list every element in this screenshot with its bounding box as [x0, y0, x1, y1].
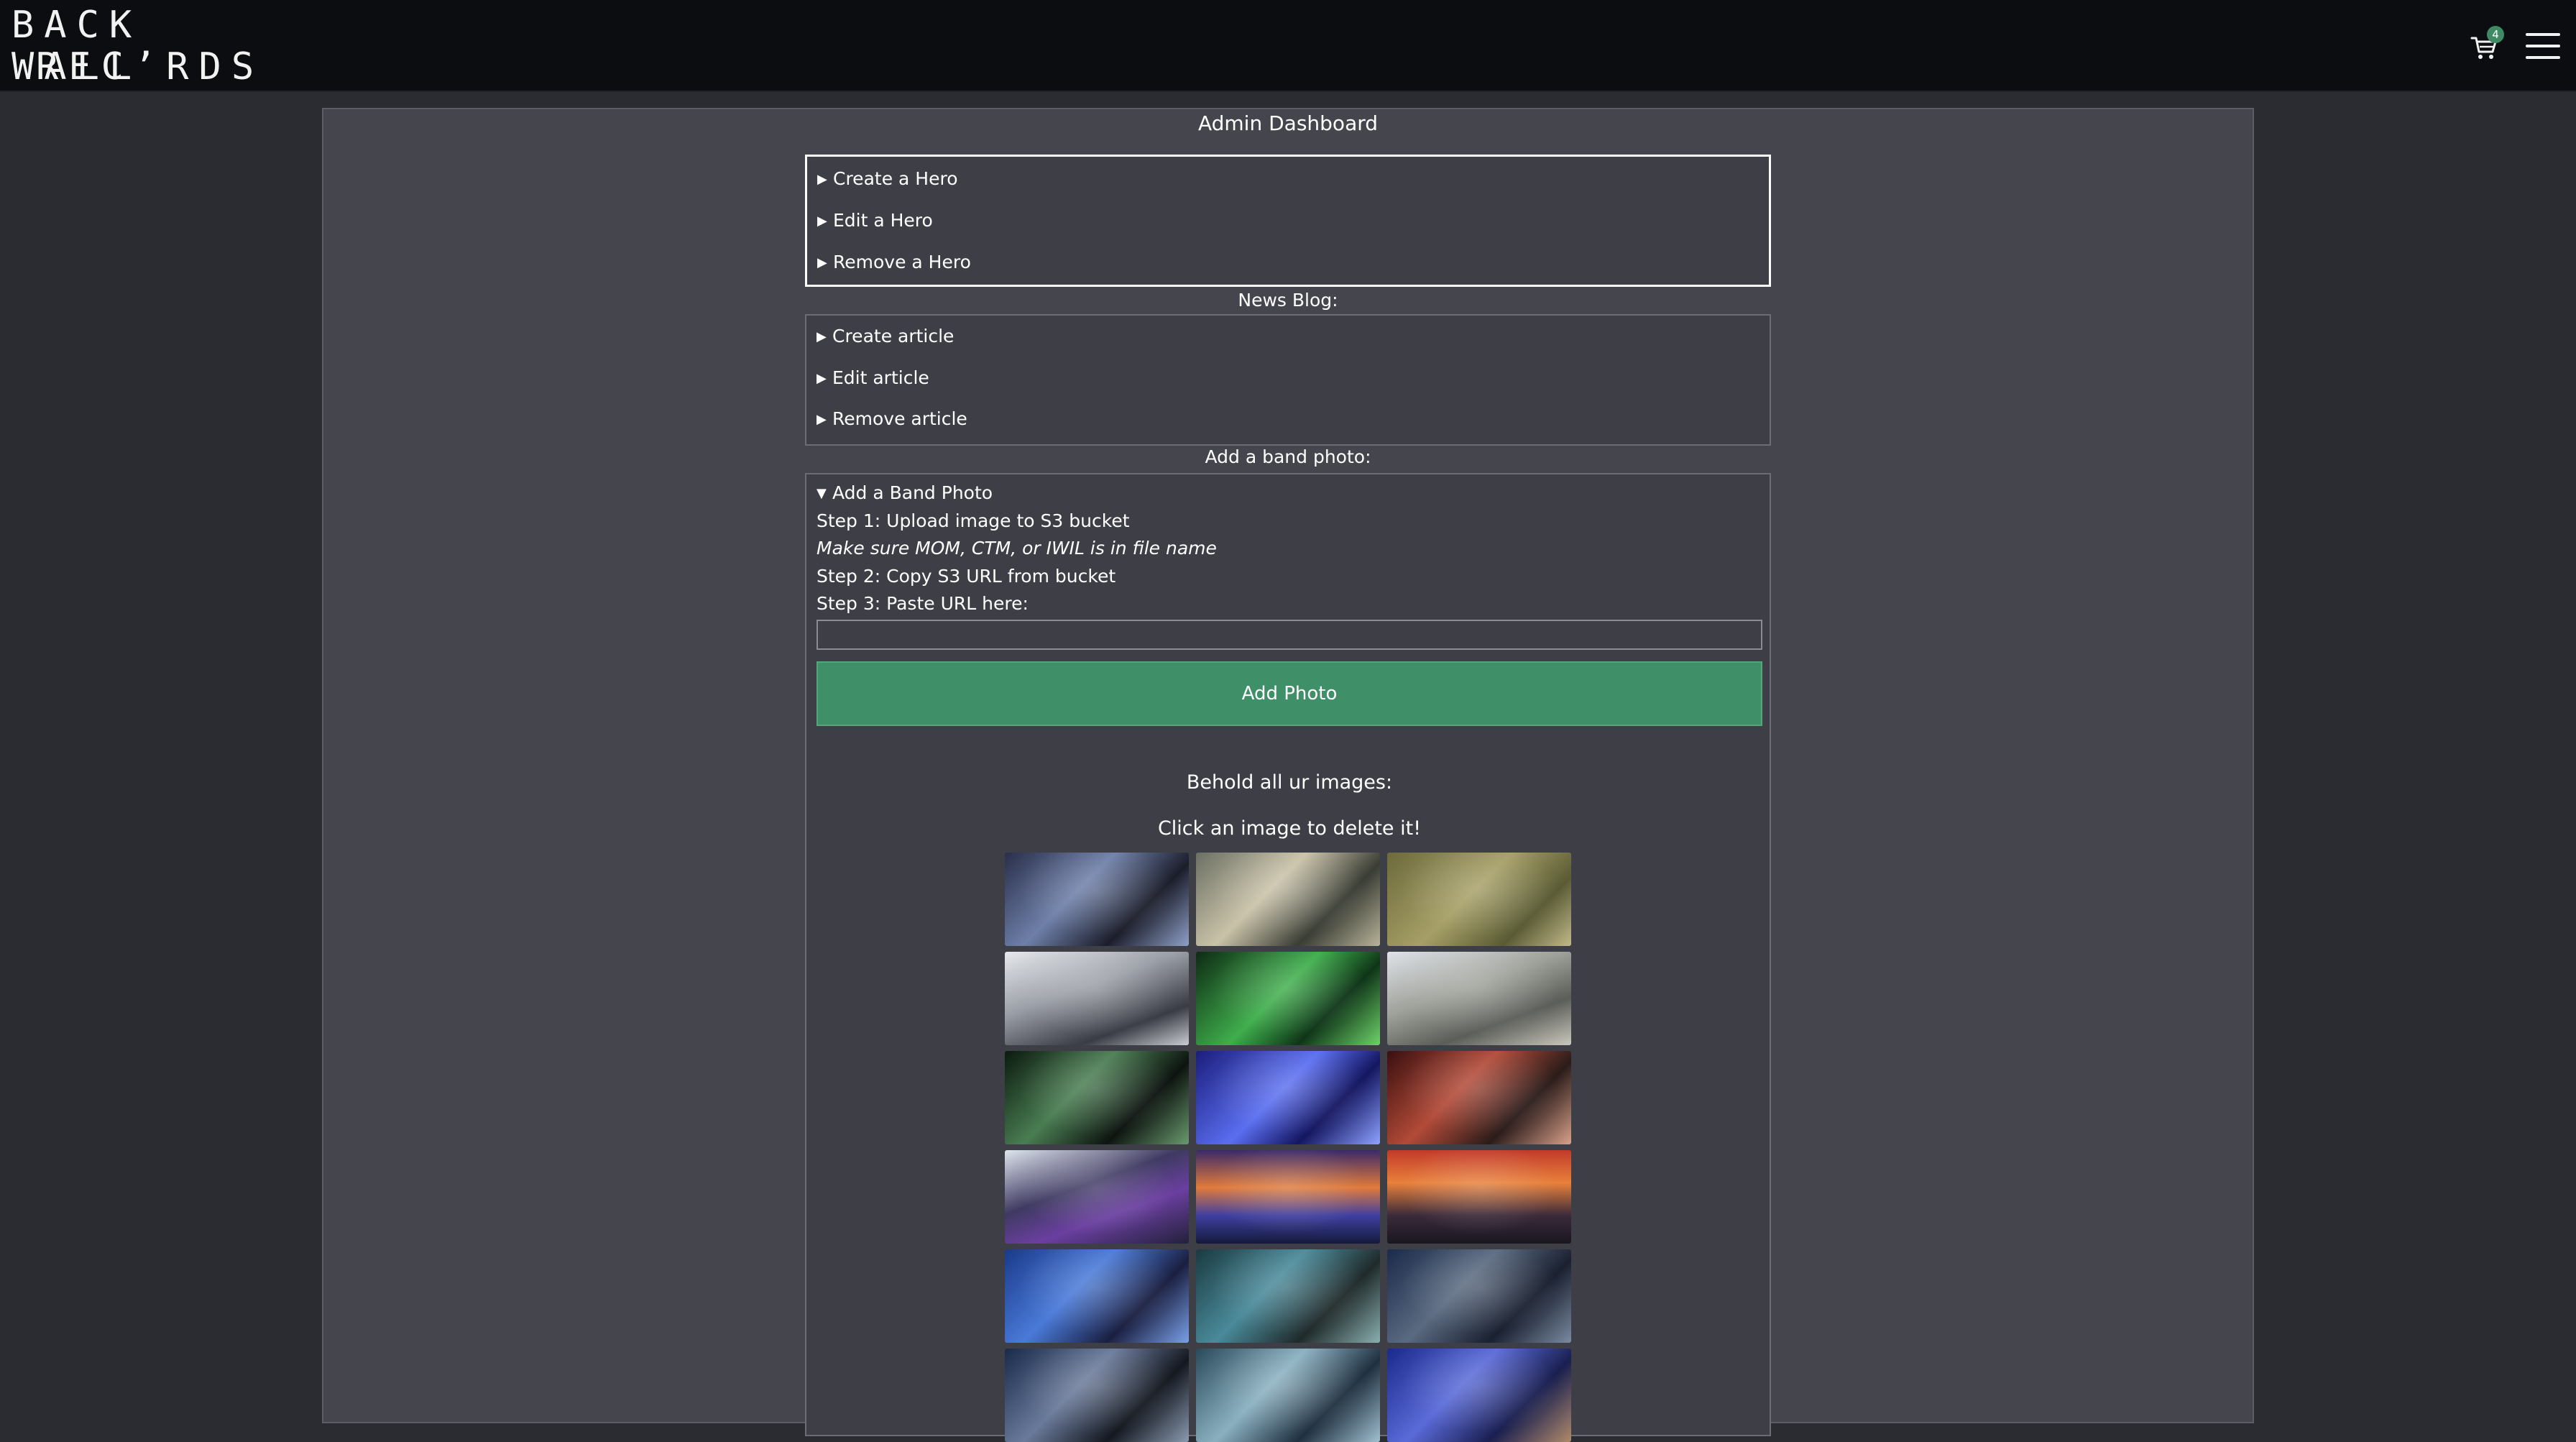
step-3-text: Step 3: Paste URL here:: [816, 593, 1029, 614]
add-band-photo-toggle[interactable]: ▼ Add a Band Photo: [816, 481, 993, 506]
remove-hero-toggle[interactable]: ▶ Remove a Hero: [817, 250, 971, 275]
step-2-text: Step 2: Copy S3 URL from bucket: [816, 566, 1116, 587]
collapsed-triangle-icon: ▶: [816, 329, 827, 344]
band-photo-14[interactable]: [1196, 1249, 1380, 1343]
band-photo-2[interactable]: [1196, 853, 1380, 946]
band-photo-13[interactable]: [1005, 1249, 1189, 1343]
menu-line: [2526, 56, 2560, 59]
collapsed-triangle-icon: ▶: [816, 412, 827, 427]
news-blog-box: ▶ Create article ▶ Edit article ▶ Remove ar…: [805, 314, 1771, 446]
band-photo-6[interactable]: [1387, 952, 1571, 1045]
band-photo-1[interactable]: [1005, 853, 1189, 946]
edit-article-toggle[interactable]: ▶ Edit article: [816, 366, 929, 391]
band-photo-5[interactable]: [1196, 952, 1380, 1045]
create-article-toggle[interactable]: ▶ Create article: [816, 324, 954, 349]
edit-hero-label: Edit a Hero: [833, 210, 933, 231]
band-photo-heading: Add a band photo:: [1205, 446, 1371, 467]
add-band-photo-label: Add a Band Photo: [832, 482, 993, 503]
collapsed-triangle-icon: ▶: [817, 213, 827, 229]
band-photo-7[interactable]: [1005, 1051, 1189, 1144]
menu-line: [2526, 45, 2560, 47]
band-photo-12[interactable]: [1387, 1150, 1571, 1244]
create-article-label: Create article: [832, 326, 954, 346]
band-photo-box: ▼ Add a Band Photo Step 1: Upload image t…: [805, 473, 1771, 1442]
page-title: Admin Dashboard: [1197, 111, 1379, 135]
create-hero-label: Create a Hero: [833, 168, 958, 189]
band-photo-8[interactable]: [1196, 1051, 1380, 1144]
top-navigation-bar: BACK WALL REC’RDS 4: [0, 0, 2576, 92]
collapsed-triangle-icon: ▶: [816, 371, 827, 386]
remove-article-toggle[interactable]: ▶ Remove article: [816, 407, 967, 432]
hero-management-box: ▶ Create a Hero ▶ Edit a Hero ▶ Remove a He…: [805, 155, 1771, 287]
image-gallery-grid: [1005, 853, 1574, 1442]
band-photo-9[interactable]: [1387, 1051, 1571, 1144]
band-photo-11[interactable]: [1196, 1150, 1380, 1244]
step-1-text: Step 1: Upload image to S3 bucket: [816, 510, 1130, 531]
band-photo-4[interactable]: [1005, 952, 1189, 1045]
edit-hero-toggle[interactable]: ▶ Edit a Hero: [817, 208, 933, 234]
band-photo-10[interactable]: [1005, 1150, 1189, 1244]
edit-article-label: Edit article: [832, 367, 929, 388]
cart-count-badge: 4: [2487, 26, 2504, 43]
band-photo-16[interactable]: [1005, 1349, 1189, 1442]
band-photo-18[interactable]: [1387, 1349, 1571, 1442]
band-photo-17[interactable]: [1196, 1349, 1380, 1442]
remove-article-label: Remove article: [832, 408, 967, 429]
logo-line-2: REC’RDS: [36, 45, 264, 88]
expanded-triangle-icon: ▼: [816, 486, 827, 501]
remove-hero-label: Remove a Hero: [833, 252, 971, 272]
news-blog-heading: News Blog:: [1238, 290, 1338, 311]
create-hero-toggle[interactable]: ▶ Create a Hero: [817, 167, 958, 192]
band-photo-3[interactable]: [1387, 853, 1571, 946]
back-wall-records-logo[interactable]: BACK WALL REC’RDS: [12, 4, 256, 88]
file-name-note: Make sure MOM, CTM, or IWIL is in file n…: [816, 538, 1217, 559]
collapsed-triangle-icon: ▶: [817, 172, 827, 187]
hamburger-menu-icon[interactable]: [2526, 33, 2560, 59]
collapsed-triangle-icon: ▶: [817, 255, 827, 270]
add-photo-button[interactable]: Add Photo: [816, 661, 1762, 726]
band-photo-15[interactable]: [1387, 1249, 1571, 1343]
behold-images-text: Behold all ur images:: [1186, 771, 1393, 794]
delete-hint-text: Click an image to delete it!: [1157, 817, 1422, 840]
menu-line: [2526, 33, 2560, 36]
photo-url-input[interactable]: [816, 620, 1762, 650]
